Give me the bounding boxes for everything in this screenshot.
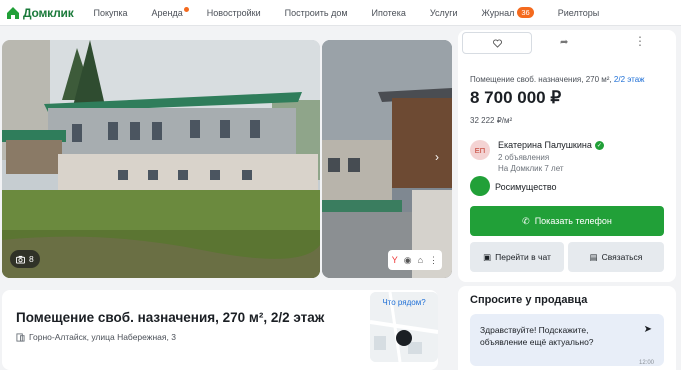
address-text: Горно-Алтайск, улица Набережная, 3 [29,332,176,342]
main-nav: Покупка Аренда Новостройки Построить дом… [94,6,624,18]
share-button[interactable]: ➦ [560,37,568,48]
camera-icon [16,255,25,264]
notification-dot [183,6,189,12]
panorama-icon[interactable]: ⌂ [418,255,423,265]
more-dots-icon[interactable]: ⋮ [429,255,438,265]
agency-logo-icon [470,176,490,196]
price: 8 700 000 ₽ [470,88,562,107]
phone-icon: ✆ [522,215,530,226]
agent-name[interactable]: Екатерина Палушкина ✓ [498,140,604,150]
nearby-label: Что рядом? [382,298,426,307]
photo-tools: Y ◉ ⌂ ⋮ [387,250,442,270]
listing-address: Горно-Алтайск, улица Набережная, 3 [16,332,176,342]
message-time: 12:00 [638,360,654,366]
nav-new-buildings[interactable]: Новостройки [207,8,261,18]
building-photo-image [2,40,320,278]
eye-icon[interactable]: ◉ [404,255,412,265]
ask-seller-card: Спросите у продавца Здравствуйте! Подска… [458,286,676,370]
listing-subtitle: Помещение своб. назначения, 270 м², 2/2 … [470,75,645,84]
journal-badge: 36 [517,7,534,18]
agent-ads-count[interactable]: 2 объявления [498,152,564,163]
nav-mortgage[interactable]: Ипотека [372,8,406,18]
nav-build-house[interactable]: Построить дом [285,8,348,18]
send-icon[interactable]: ➤ [644,324,652,335]
price-contact-card: ➦ ⋮ Помещение своб. назначения, 270 м², … [458,30,676,282]
logo-text: Домклик [23,5,74,20]
preset-question: Здравствуйте! Подскажите, объявление ещё… [480,325,594,347]
map-pin-icon [396,330,412,346]
heart-icon [492,38,502,48]
agent-avatar[interactable]: ЕП [470,140,490,160]
agency-name[interactable]: Росимущество [495,182,557,192]
favorite-button[interactable] [462,32,532,54]
nav-buy[interactable]: Покупка [94,8,128,18]
verified-check-icon: ✓ [594,140,604,150]
nearby-map-button[interactable]: Что рядом? [370,292,438,362]
more-options-button[interactable]: ⋮ [634,34,646,48]
ask-seller-title: Спросите у продавца [470,294,588,306]
nav-services[interactable]: Услуги [430,8,458,18]
photo-count: 8 [29,254,34,264]
more-dots-icon: ⋮ [634,34,646,48]
go-to-chat-button[interactable]: ▣ Перейти в чат [470,242,564,272]
share-icon: ➦ [560,37,569,48]
top-navigation-bar: Домклик Покупка Аренда Новостройки Постр… [0,0,681,26]
photo-count-badge[interactable]: 8 [10,250,40,268]
agent-meta: 2 объявления На Домклик 7 лет [498,152,564,174]
nav-rent[interactable]: Аренда [152,6,189,18]
message-icon: ▤ [589,251,598,262]
secondary-photo[interactable]: › Y ◉ ⌂ ⋮ [322,40,452,278]
house-logo-icon [7,6,19,19]
contact-button[interactable]: ▤ Связаться [568,242,664,272]
next-photo-arrow[interactable]: › [430,150,444,164]
listing-title: Помещение своб. назначения, 270 м², 2/2 … [16,310,325,325]
yandex-icon[interactable]: Y [392,255,398,265]
floor-link[interactable]: 2/2 этаж [614,75,645,84]
building-address-icon [16,332,25,342]
price-per-m2: 32 222 ₽/м² [470,116,513,125]
show-phone-button[interactable]: ✆ Показать телефон [470,206,664,236]
domclick-logo[interactable]: Домклик [6,6,74,20]
chat-icon: ▣ [483,251,492,262]
ask-seller-message[interactable]: Здравствуйте! Подскажите, объявление ещё… [470,314,664,366]
nav-realtors[interactable]: Риелторы [558,8,600,18]
agent-since: На Домклик 7 лет [498,164,564,173]
nav-journal[interactable]: Журнал 36 [482,7,534,18]
main-photo[interactable]: 8 [2,40,320,278]
